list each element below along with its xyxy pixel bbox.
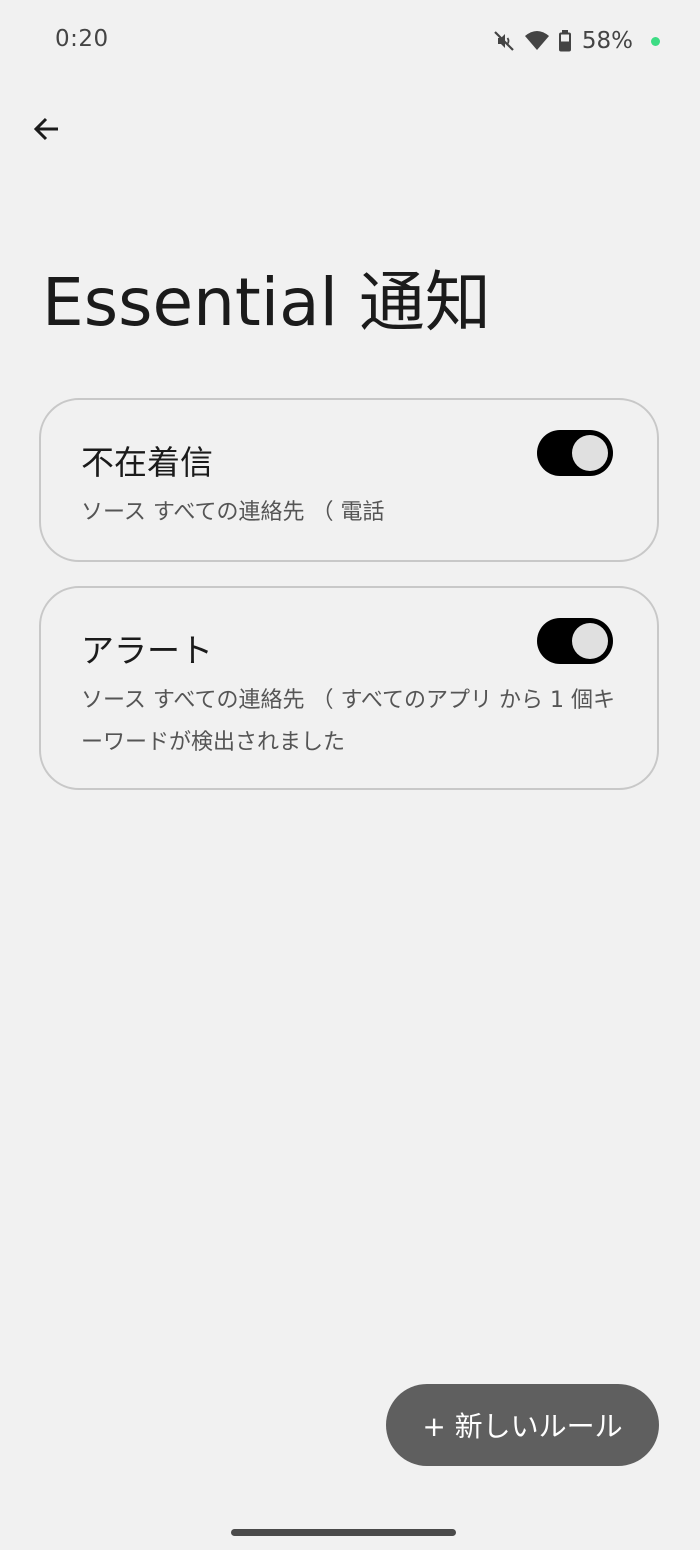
back-button[interactable] [22,106,72,156]
home-indicator[interactable] [231,1529,456,1536]
battery-icon [558,29,572,53]
rule-title: 不在着信 [81,443,213,482]
new-rule-button[interactable]: + 新しいルール [386,1384,659,1466]
rule-card-missed-call[interactable]: 不在着信 ソース すべての連絡先 （ 電話 [39,398,659,562]
rule-description: ソース すべての連絡先 （ 電話 [81,500,385,525]
rule-toggle-alert[interactable] [537,618,613,664]
mute-icon [492,29,516,53]
status-time: 0:20 [55,26,109,52]
page-title: Essential 通知 [42,264,491,341]
arrow-back-icon [31,113,63,149]
wifi-icon [524,29,550,53]
privacy-indicator-dot [651,36,660,46]
rule-title: アラート [81,631,213,670]
battery-percent: 58% [581,28,633,54]
status-bar: 0:20 58% [0,0,700,80]
status-icons: 58% [492,26,660,56]
toggle-knob [572,435,608,471]
toggle-knob [572,623,608,659]
rule-description: ソース すべての連絡先 （ すべてのアプリ から 1 個キーワードが検出されまし… [81,688,616,755]
rule-card-alert[interactable]: アラート ソース すべての連絡先 （ すべてのアプリ から 1 個キーワードが検… [39,586,659,790]
rule-toggle-missed-call[interactable] [537,430,613,476]
